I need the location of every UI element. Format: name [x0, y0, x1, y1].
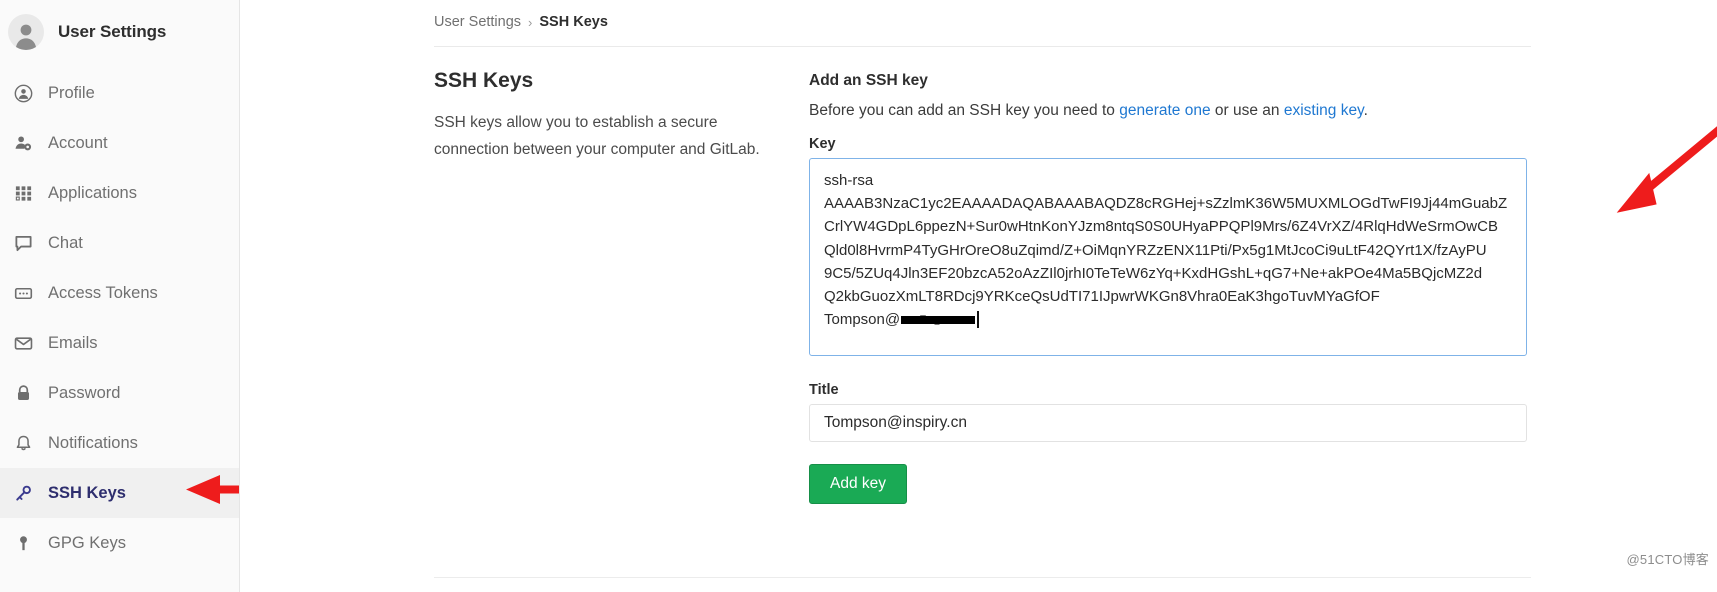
key-round-icon [14, 534, 40, 553]
sidebar-item-label: Profile [48, 83, 95, 102]
form-intro-prefix: Before you can add an SSH key you need t… [809, 102, 1120, 119]
sidebar-header: User Settings [0, 0, 239, 64]
main-content: User Settings › SSH Keys SSH Keys SSH ke… [240, 0, 1717, 592]
sidebar-item-label: Notifications [48, 433, 138, 452]
form-heading: Add an SSH key [809, 72, 928, 89]
ssh-keys-page: User Settings Profile Account Applicatio… [0, 0, 1717, 592]
add-key-button[interactable]: Add key [809, 464, 908, 504]
page-title: SSH Keys [434, 69, 534, 92]
token-card-icon [14, 284, 40, 303]
sidebar-item-chat[interactable]: Chat [0, 218, 239, 268]
sidebar-item-label: Emails [48, 333, 98, 352]
redaction-mark [901, 313, 976, 327]
sidebar-item-label: Applications [48, 183, 137, 202]
grid-apps-icon [14, 184, 40, 203]
key-line: CrlYW4GDpL6ppezN+Sur0wHtnKonYJzm8ntqS0S0… [824, 218, 1498, 236]
sidebar-item-label: SSH Keys [48, 483, 126, 502]
breadcrumb-current: SSH Keys [539, 14, 608, 30]
sidebar-nav: Profile Account Applications Chat Access… [0, 68, 239, 568]
breadcrumb-parent[interactable]: User Settings [434, 14, 521, 30]
generate-one-link[interactable]: generate one [1119, 102, 1210, 119]
sidebar-item-profile[interactable]: Profile [0, 68, 239, 118]
user-gear-icon [14, 134, 40, 153]
key-line: ssh-rsa [824, 172, 874, 189]
sidebar-item-account[interactable]: Account [0, 118, 239, 168]
sidebar-item-ssh-keys[interactable]: SSH Keys [0, 468, 239, 518]
key-line: 9C5/5ZUq4Jln3EF20bzcA52oAzZIl0jrhI0TeTeW… [824, 264, 1483, 282]
chat-bubble-icon [14, 234, 40, 253]
sidebar-item-access-tokens[interactable]: Access Tokens [0, 268, 239, 318]
sidebar-item-label: Access Tokens [48, 283, 158, 302]
form-intro: Before you can add an SSH key you need t… [809, 102, 1531, 120]
user-circle-icon [14, 84, 40, 103]
user-avatar-icon [8, 14, 44, 50]
sidebar-item-applications[interactable]: Applications [0, 168, 239, 218]
key-line: Q2kbGuozXmLT8RDcj9YRKceQsUdTI71IJpwrWKGn… [824, 288, 1380, 306]
title-input[interactable]: Tompson@inspiry.cn [809, 404, 1527, 442]
existing-key-link[interactable]: existing key [1284, 102, 1364, 119]
key-textarea[interactable]: ssh-rsa AAAAB3NzaC1yc2EAAAADAQABAAABAQDZ… [809, 158, 1527, 356]
form-intro-suffix: . [1363, 102, 1368, 119]
sidebar-title: User Settings [58, 22, 167, 41]
sidebar-item-password[interactable]: Password [0, 368, 239, 418]
watermark: @51CTO博客 [1626, 552, 1709, 567]
sidebar-item-gpg-keys[interactable]: GPG Keys [0, 518, 239, 568]
sidebar-item-label: Password [48, 383, 121, 402]
sidebar: User Settings Profile Account Applicatio… [0, 0, 240, 592]
breadcrumb-separator-icon: › [528, 14, 533, 30]
key-field-label: Key [809, 136, 836, 152]
envelope-icon [14, 334, 40, 353]
ssh-keys-info-column: SSH Keys SSH keys allow you to establish… [434, 69, 809, 504]
sidebar-item-label: GPG Keys [48, 533, 126, 552]
breadcrumb: User Settings › SSH Keys [434, 0, 1689, 30]
lock-icon [14, 384, 40, 403]
add-ssh-key-form: Add an SSH key Before you can add an SSH… [809, 69, 1531, 504]
sidebar-item-emails[interactable]: Emails [0, 318, 239, 368]
sidebar-item-notifications[interactable]: Notifications [0, 418, 239, 468]
breadcrumb-divider [434, 46, 1531, 47]
sidebar-item-label: Chat [48, 233, 83, 252]
key-comment-prefix: Tompson@ [824, 311, 901, 329]
content-columns: SSH Keys SSH keys allow you to establish… [434, 69, 1689, 504]
footer-divider [434, 577, 1531, 578]
title-field-label: Title [809, 382, 839, 398]
key-line: AAAAB3NzaC1yc2EAAAADAQABAAABAQDZ8cRGHej+… [824, 195, 1508, 213]
key-line: Qld0l8HvrmP4TyGHrOreO8uZqimd/Z+OiMqnYRZz… [824, 241, 1487, 259]
bell-icon [14, 434, 40, 453]
key-icon [14, 484, 40, 503]
text-cursor [977, 311, 979, 329]
sidebar-item-label: Account [48, 133, 108, 152]
key-line-comment: Tompson@ [824, 308, 1512, 331]
page-description: SSH keys allow you to establish a secure… [434, 113, 760, 158]
form-intro-middle: or use an [1210, 102, 1284, 119]
